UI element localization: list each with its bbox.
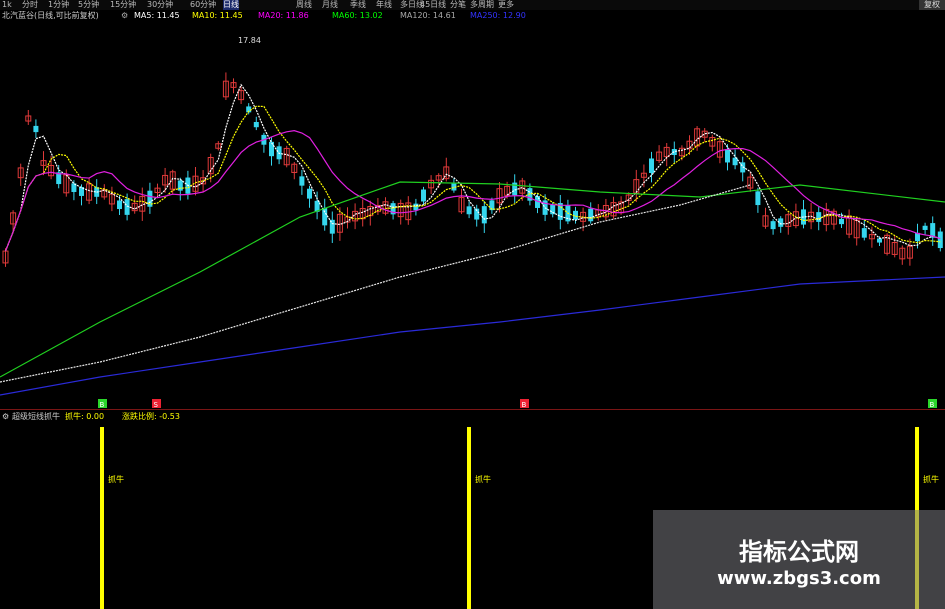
ma60-value: MA60: 13.02: [332, 11, 383, 20]
candle-down: [269, 141, 274, 157]
signal-label: 抓牛: [923, 475, 939, 484]
indicator-legend: ⚙ 超级短线抓牛 抓牛: 0.00 涨跌比例: -0.53: [0, 411, 945, 423]
period-tab[interactable]: 30分钟: [147, 0, 173, 10]
ma20-value: MA20: 11.86: [258, 11, 309, 20]
ma5-value: MA5: 11.45: [134, 11, 180, 20]
candle-down: [177, 180, 183, 191]
candle-down: [33, 125, 39, 133]
period-tab[interactable]: 45日线: [420, 0, 446, 10]
candle-down: [588, 208, 594, 222]
ma5-line: [4, 83, 941, 252]
indicator-gear-icon[interactable]: ⚙: [2, 411, 9, 423]
trade-marker-label: B: [930, 401, 935, 409]
signal-bar: [467, 427, 471, 609]
candle-down: [732, 157, 738, 166]
period-tab[interactable]: 分笔: [450, 0, 466, 10]
period-tab[interactable]: 年线: [376, 0, 392, 10]
candle-down: [322, 207, 328, 226]
signal-label: 抓牛: [475, 475, 491, 484]
trade-marker-label: B: [522, 401, 527, 409]
period-tab[interactable]: 1分钟: [48, 0, 69, 10]
candle-down: [861, 228, 867, 238]
ma250-value: MA250: 12.90: [470, 11, 526, 20]
period-tab[interactable]: 日线: [223, 0, 239, 10]
stock-title: 北汽蓝谷(日线,可比前复权): [2, 11, 99, 20]
indicator-value1: 抓牛: 0.00: [65, 412, 105, 421]
signal-label: 抓牛: [108, 475, 124, 484]
period-tab[interactable]: 周线: [296, 0, 312, 10]
ma10-line: [4, 105, 941, 252]
trade-marker-label: B: [100, 401, 105, 409]
candle-down: [755, 191, 761, 206]
indicator-value2: 涨跌比例: -0.53: [122, 412, 180, 421]
candle-down: [770, 221, 776, 230]
period-tab[interactable]: 多周期: [470, 0, 494, 10]
gear-icon[interactable]: ⚙: [121, 10, 128, 22]
candle-down: [117, 200, 122, 210]
period-tab[interactable]: 60分钟: [190, 0, 216, 10]
period-tab[interactable]: 5分钟: [78, 0, 99, 10]
ma10-value: MA10: 11.45: [192, 11, 243, 20]
toolbar-left-label: 1k: [2, 0, 12, 9]
candle-down: [466, 206, 472, 215]
period-tab[interactable]: 季线: [350, 0, 366, 10]
peak-price-label: 17.84: [238, 36, 261, 45]
watermark: 指标公式网 www.zbgs3.com: [653, 510, 945, 609]
candle-down: [649, 158, 654, 174]
signal-bar: [100, 427, 104, 609]
ma120-line: [0, 184, 751, 383]
period-tab[interactable]: 15分钟: [110, 0, 136, 10]
candle-down: [877, 238, 882, 243]
period-tab[interactable]: 月线: [322, 0, 338, 10]
candle-down: [307, 188, 312, 199]
candle-down: [299, 176, 305, 186]
candle-down: [253, 121, 259, 128]
period-toolbar: 1k 分时 1分钟 5分钟 15分钟 30分钟 60分钟 日线 周线 月线 季线 年线 多日线 45日线…: [0, 0, 945, 10]
candle-down: [839, 218, 844, 225]
ma120-value: MA120: 14.61: [400, 11, 456, 20]
period-tab[interactable]: 更多: [498, 0, 514, 10]
candle-down: [922, 225, 928, 230]
candle-down: [124, 199, 130, 215]
candle-down: [725, 149, 730, 163]
watermark-title: 指标公式网: [739, 538, 859, 566]
candle-down: [481, 206, 487, 224]
adjust-button[interactable]: 复权: [919, 0, 945, 10]
trade-marker-label: S: [154, 401, 159, 409]
candle-down: [816, 212, 822, 222]
price-chart[interactable]: 17.84 B S B B: [0, 22, 945, 409]
watermark-url: www.zbgs3.com: [717, 568, 881, 589]
period-tab[interactable]: 分时: [22, 0, 38, 10]
candle-down: [421, 189, 426, 202]
ma20-line: [4, 130, 941, 252]
candle-down: [937, 231, 943, 249]
ma250-line: [0, 276, 945, 396]
chart-legend: 北汽蓝谷(日线,可比前复权) ⚙ MA5: 11.45 MA10: 11.45 …: [0, 10, 945, 22]
indicator-title: 超级短线抓牛: [12, 412, 60, 421]
